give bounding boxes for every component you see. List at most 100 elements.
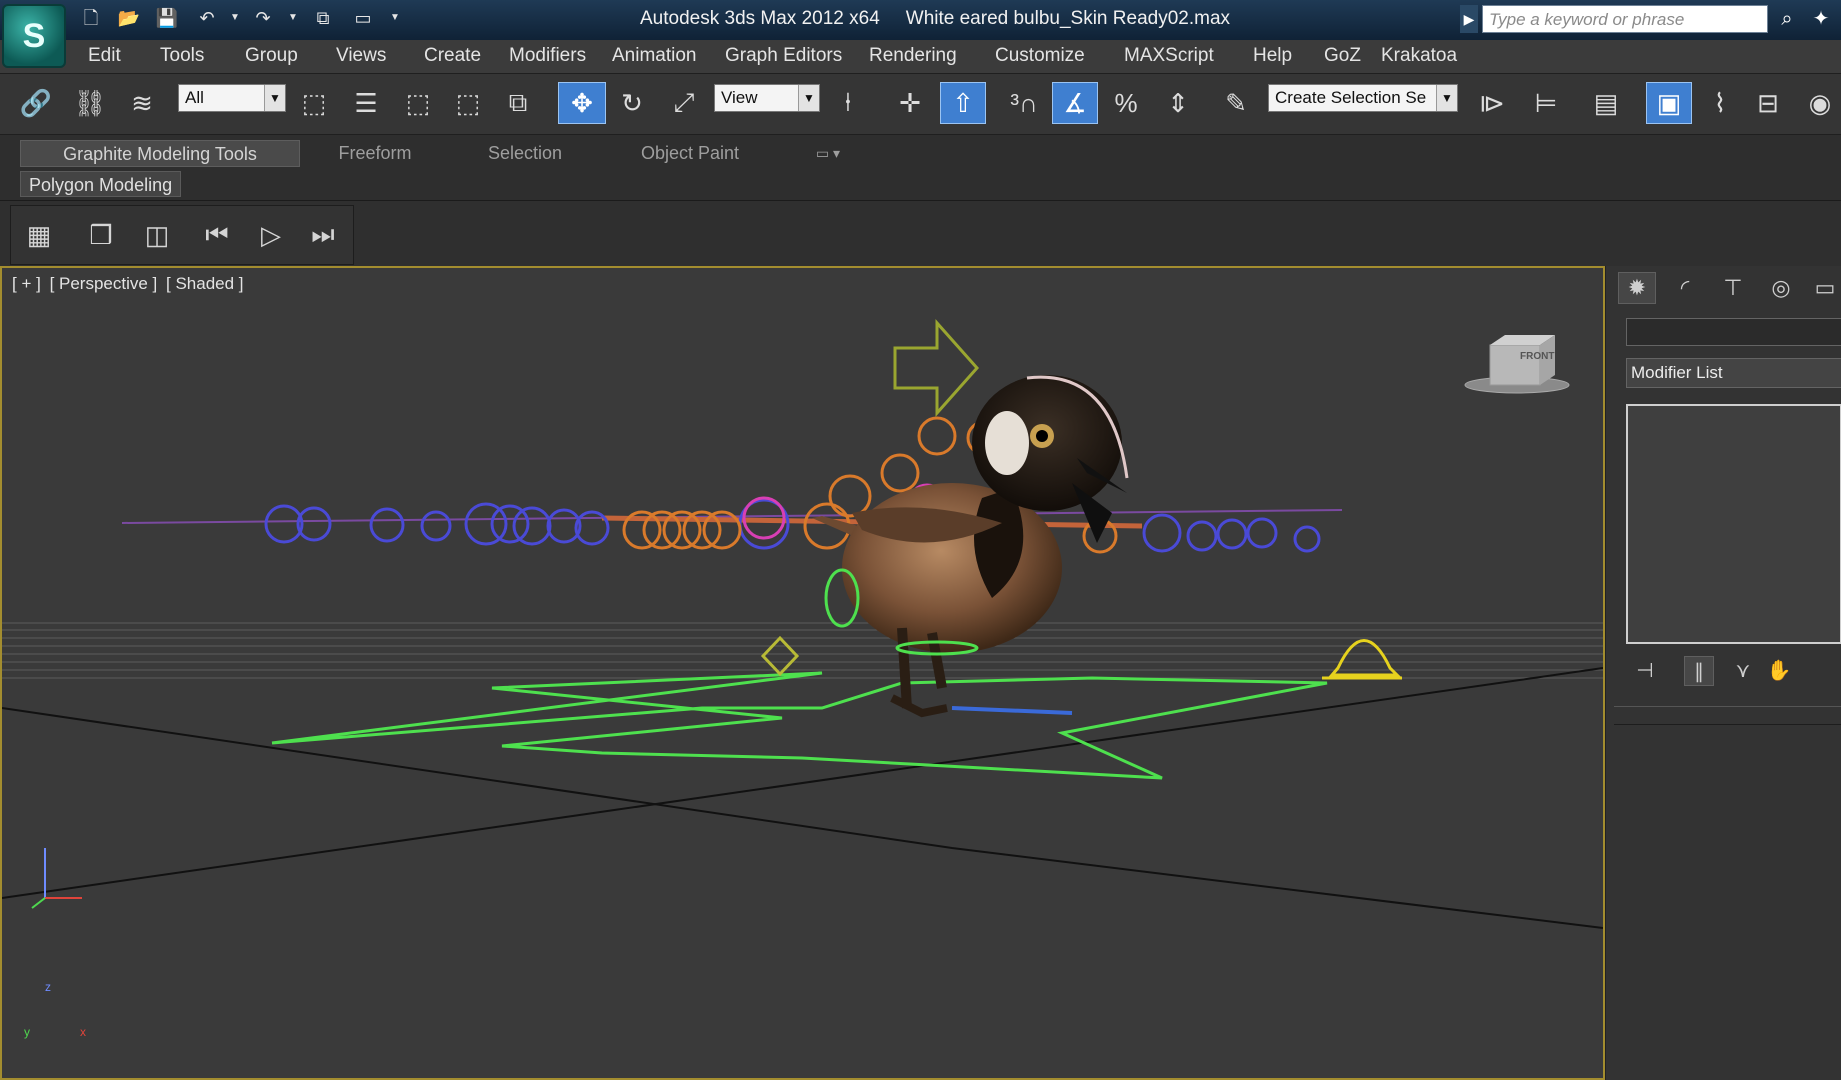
select-and-scale-icon[interactable]: ⤢ (664, 82, 704, 124)
perspective-viewport[interactable]: [ + ] [ Perspective ] [ Shaded ] FRONT z… (0, 266, 1605, 1080)
viewcube[interactable] (1460, 330, 1570, 400)
named-selection-dropdown[interactable]: Create Selection Se ▼ (1268, 84, 1458, 112)
previous-key-icon[interactable]: ⏮ (197, 216, 237, 254)
spinner-snap-icon[interactable]: ⇕ (1158, 82, 1198, 124)
axis-y (31, 897, 46, 909)
app-logo[interactable]: S (2, 4, 66, 68)
chevron-down-icon: ▼ (264, 85, 285, 111)
undo-dropdown-icon[interactable]: ▼ (222, 6, 248, 30)
hold-icon[interactable]: ⧉ (310, 6, 336, 30)
bind-to-space-warp-icon[interactable]: ≋ (122, 82, 162, 124)
viewport-label[interactable]: [ + ] [ Perspective ] [ Shaded ] (12, 274, 248, 294)
project-folder-icon[interactable]: ▭ (350, 6, 376, 30)
angle-snap-icon[interactable]: ∡ (1052, 82, 1098, 124)
scene-canvas (2, 319, 1603, 929)
object-name-field[interactable] (1626, 318, 1841, 346)
menu-animation[interactable]: Animation (612, 45, 697, 67)
edit-named-selection-icon[interactable]: ✎ (1216, 82, 1256, 124)
menu-rendering[interactable]: Rendering (869, 45, 957, 67)
menu-graph-editors[interactable]: Graph Editors (725, 45, 842, 67)
viewport-menu[interactable]: [ + ] (12, 274, 41, 293)
quick-access-dropdown-icon[interactable]: ▼ (382, 6, 408, 30)
mirror-icon[interactable]: ⧐ (1472, 82, 1512, 124)
new-file-icon[interactable]: 🗋 (78, 6, 104, 30)
select-object-icon[interactable]: ⬚ (294, 82, 334, 124)
scene-explorer-icon[interactable]: ▣ (1646, 82, 1692, 124)
ribbon-options-dropdown-icon[interactable]: ▭ ▾ (804, 140, 852, 167)
window-crossing-icon[interactable]: ⬚ (448, 82, 488, 124)
redo-dropdown-icon[interactable]: ▼ (280, 6, 306, 30)
curve-editor-icon[interactable]: ⌇ (1700, 82, 1740, 124)
display-tab-icon[interactable]: ▭ (1806, 272, 1841, 304)
menu-tools[interactable]: Tools (160, 45, 204, 67)
hierarchy-tab-icon[interactable]: ⊤ (1714, 272, 1752, 304)
tab-object-paint[interactable]: Object Paint (620, 140, 760, 167)
menu-group[interactable]: Group (245, 45, 298, 67)
snaps-toggle-icon[interactable]: ³∩ (1004, 82, 1044, 124)
object-cubes-icon[interactable]: ❒ (81, 216, 121, 254)
menu-help[interactable]: Help (1253, 45, 1292, 67)
select-and-move-icon[interactable]: ✥ (558, 82, 606, 124)
menu-customize[interactable]: Customize (995, 45, 1085, 67)
unlink-selection-icon[interactable]: ⛓ (70, 82, 110, 124)
search-expand-icon[interactable]: ▶ (1460, 5, 1478, 33)
tab-graphite-modeling-tools[interactable]: Graphite Modeling Tools (20, 140, 300, 167)
select-and-rotate-icon[interactable]: ↻ (612, 82, 652, 124)
modify-tab-icon[interactable]: ◜ (1666, 272, 1704, 304)
pin-stack-icon[interactable]: ⊣ (1630, 656, 1660, 686)
percent-snap-icon[interactable]: % (1106, 82, 1146, 124)
tab-freeform[interactable]: Freeform (320, 140, 430, 167)
next-key-icon[interactable]: ⏭ (303, 216, 343, 254)
select-and-move-icon-alt[interactable]: ⧉ (498, 82, 538, 124)
search-input[interactable]: Type a keyword or phrase (1482, 5, 1768, 33)
menu-maxscript[interactable]: MAXScript (1124, 45, 1214, 67)
rectangular-selection-icon[interactable]: ⬚ (398, 82, 438, 124)
document-name: White eared bulbu_Skin Ready02.max (905, 8, 1231, 29)
create-tab-icon[interactable]: ✹ (1618, 272, 1656, 304)
modifier-stack[interactable] (1626, 404, 1841, 644)
schematic-view-icon[interactable]: ⊟ (1748, 82, 1788, 124)
undo-icon[interactable]: ↶ (194, 6, 220, 30)
menu-krakatoa[interactable]: Krakatoa (1381, 45, 1457, 67)
binoculars-icon[interactable]: ⌕ (1772, 6, 1802, 32)
select-and-link-icon[interactable]: 🔗 (16, 82, 56, 124)
favorites-icon[interactable]: ✦ (1806, 6, 1836, 32)
use-pivot-center-icon[interactable]: ⍿ (828, 82, 868, 124)
open-file-icon[interactable]: 📂 (116, 6, 142, 30)
align-icon[interactable]: ⊨ (1526, 82, 1566, 124)
tab-selection[interactable]: Selection (460, 140, 590, 167)
menu-modifiers[interactable]: Modifiers (509, 45, 586, 67)
menu-edit[interactable]: Edit (88, 45, 121, 67)
bird-pupil (1036, 430, 1048, 442)
camera-icon[interactable]: ◫ (137, 216, 177, 254)
remove-modifier-icon[interactable]: ✋ (1764, 656, 1794, 686)
redo-icon[interactable]: ↷ (250, 6, 276, 30)
menu-goz[interactable]: GoZ (1324, 45, 1361, 67)
axis-y-label: y (24, 1025, 30, 1039)
save-icon[interactable]: 💾 (154, 6, 180, 30)
play-key-icon[interactable]: ▷ (251, 216, 291, 254)
green-spline-footprint (271, 671, 1328, 780)
material-editor-icon[interactable]: ◉ (1800, 82, 1840, 124)
keyboard-shortcut-override-icon[interactable]: ⇧ (940, 82, 986, 124)
motion-tab-icon[interactable]: ◎ (1762, 272, 1800, 304)
render-setup-icon[interactable]: ▦ (19, 216, 59, 254)
select-by-name-icon[interactable]: ☰ (346, 82, 386, 124)
selection-filter-dropdown[interactable]: All ▼ (178, 84, 286, 112)
menu-views[interactable]: Views (336, 45, 386, 67)
reference-coordinate-value: View (721, 88, 758, 107)
polygon-modeling-panel[interactable]: Polygon Modeling (20, 171, 182, 197)
viewport-view[interactable]: [ Perspective ] (50, 274, 158, 293)
named-selection-value: Create Selection Se (1275, 88, 1427, 107)
show-end-result-icon[interactable]: ∥ (1684, 656, 1714, 686)
reference-coordinate-dropdown[interactable]: View ▼ (714, 84, 820, 112)
make-unique-icon[interactable]: ⋎ (1728, 656, 1758, 686)
graphite-ribbon: Graphite Modeling Tools Freeform Selecti… (0, 135, 1841, 201)
diamond-helper (760, 635, 800, 677)
modifier-list-dropdown[interactable]: Modifier List (1626, 358, 1841, 388)
layer-manager-icon[interactable]: ▤ (1586, 82, 1626, 124)
menu-create[interactable]: Create (424, 45, 481, 67)
select-and-manipulate-icon[interactable]: ✛ (890, 82, 930, 124)
viewport-shading[interactable]: [ Shaded ] (166, 274, 244, 293)
main-toolbar: 🔗 ⛓ ≋ All ▼ ⬚ ☰ ⬚ ⬚ ⧉ ✥ ↻ ⤢ View ▼ ⍿ ✛ ⇧… (0, 74, 1841, 135)
